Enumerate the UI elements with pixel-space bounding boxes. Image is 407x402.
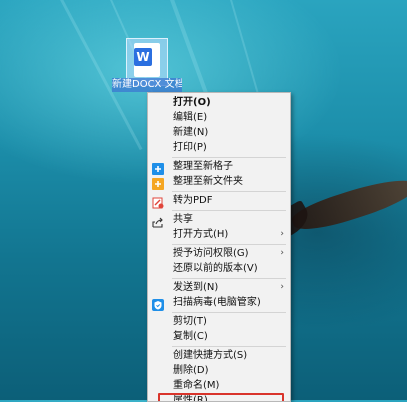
menu-item-grant-access[interactable]: 授予访问权限(G) ›: [148, 246, 290, 261]
menu-item-label: 重命名(M): [173, 380, 220, 391]
menu-item-label: 整理至新格子: [173, 161, 233, 172]
menu-item-share[interactable]: 共享: [148, 212, 290, 228]
menu-item-label: 转为PDF: [173, 195, 213, 206]
menu-item-label: 扫描病毒(电脑管家): [173, 297, 261, 308]
word-badge: W: [134, 48, 152, 66]
menu-item-label: 授予访问权限(G): [173, 248, 249, 259]
context-menu: 打开(O) 编辑(E) 新建(N) 打印(P) 整理至新格子 整理至新文件夹 转…: [147, 92, 291, 402]
menu-item-copy[interactable]: 复制(C): [148, 329, 290, 344]
swimmer-image: [288, 170, 407, 238]
pdf-convert-icon: [152, 194, 164, 209]
menu-item-print[interactable]: 打印(P): [148, 140, 290, 155]
file-name-label: 新建DOCX 文档.docx: [112, 78, 182, 92]
menu-item-scan-virus[interactable]: 扫描病毒(电脑管家): [148, 295, 290, 311]
menu-item-convert-pdf[interactable]: 转为PDF: [148, 193, 290, 209]
chevron-right-icon: ›: [280, 282, 284, 292]
menu-item-label: 剪切(T): [173, 316, 207, 327]
shield-scan-icon: [152, 296, 164, 311]
menu-item-new[interactable]: 新建(N): [148, 125, 290, 140]
chevron-right-icon: ›: [280, 229, 284, 239]
menu-item-label: 新建(N): [173, 127, 209, 138]
menu-separator: [172, 278, 286, 279]
menu-item-label: 编辑(E): [173, 112, 208, 123]
menu-item-organize-folder[interactable]: 整理至新文件夹: [148, 174, 290, 190]
menu-item-delete[interactable]: 删除(D): [148, 363, 290, 378]
menu-item-label: 打开方式(H): [173, 229, 229, 240]
menu-item-cut[interactable]: 剪切(T): [148, 314, 290, 329]
share-icon: [152, 213, 164, 228]
menu-item-label: 还原以前的版本(V): [173, 263, 258, 274]
chevron-right-icon: ›: [280, 248, 284, 258]
menu-separator: [172, 210, 286, 211]
menu-separator: [172, 157, 286, 158]
menu-item-label: 复制(C): [173, 331, 208, 342]
menu-item-label: 创建快捷方式(S): [173, 350, 248, 361]
highlight-annotation-box: [158, 393, 284, 401]
menu-item-send-to[interactable]: 发送到(N) ›: [148, 280, 290, 295]
menu-item-label: 打印(P): [173, 142, 207, 153]
menu-item-restore-versions[interactable]: 还原以前的版本(V): [148, 261, 290, 276]
word-document-icon: W: [134, 43, 160, 77]
fences-grid-blue-icon: [152, 160, 164, 175]
menu-separator: [172, 346, 286, 347]
menu-item-open-with[interactable]: 打开方式(H) ›: [148, 227, 290, 242]
folder-plus-orange-icon: [152, 175, 164, 190]
menu-separator: [172, 191, 286, 192]
menu-separator: [172, 244, 286, 245]
menu-item-rename[interactable]: 重命名(M): [148, 378, 290, 393]
menu-item-label: 整理至新文件夹: [173, 176, 243, 187]
menu-item-label: 删除(D): [173, 365, 209, 376]
menu-item-organize-fences[interactable]: 整理至新格子: [148, 159, 290, 175]
menu-item-create-shortcut[interactable]: 创建快捷方式(S): [148, 348, 290, 363]
menu-item-label: 共享: [173, 214, 193, 225]
menu-item-label: 打开(O): [173, 97, 211, 108]
menu-item-label: 发送到(N): [173, 282, 219, 293]
menu-separator: [172, 312, 286, 313]
menu-item-edit[interactable]: 编辑(E): [148, 110, 290, 125]
menu-item-open[interactable]: 打开(O): [148, 95, 290, 110]
